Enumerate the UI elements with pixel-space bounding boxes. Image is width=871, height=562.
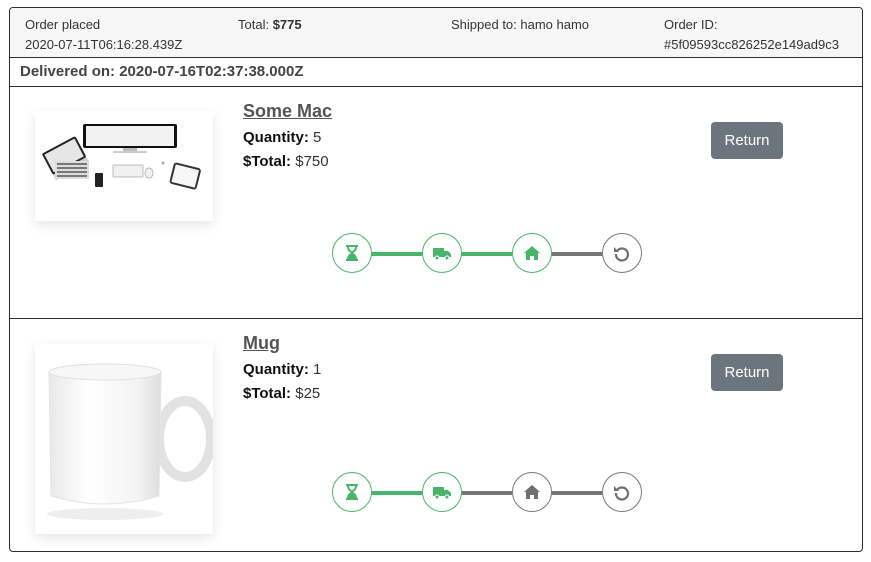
delivered-on: Delivered on: 2020-07-16T02:37:38.000Z [10, 58, 862, 87]
total-label: $Total: [243, 385, 292, 402]
order-id: Order ID: #5f09593cc826252e149ad9c3 [664, 15, 839, 55]
progress-connector [460, 252, 512, 256]
quantity-label: Quantity: [243, 129, 309, 146]
progress-connector [550, 491, 602, 495]
product-name[interactable]: Some Mac [243, 101, 332, 122]
order-item: Some Mac Quantity: 5 $Total: $750 Return [10, 87, 862, 319]
home-icon [512, 233, 552, 273]
home-icon [512, 472, 552, 512]
shipped-to-value: hamo hamo [520, 17, 590, 32]
mug-illustration [47, 363, 216, 520]
order-total-value: $775 [272, 17, 302, 32]
order-id-value: #5f09593cc826252e149ad9c3 [664, 37, 839, 52]
truck-icon [422, 233, 462, 273]
order-total: Total: $775 [238, 15, 302, 35]
order-placed-value: 2020-07-11T06:16:28.439Z [25, 37, 183, 52]
product-total: $Total: $750 [243, 153, 329, 170]
hourglass-icon [332, 472, 372, 512]
progress-connector [370, 252, 422, 256]
return-button[interactable]: Return [711, 354, 783, 391]
shipment-progress [332, 233, 644, 275]
shipment-progress [332, 472, 644, 514]
shipped-to: Shipped to: hamo hamo [451, 15, 589, 35]
order-placed-label: Order placed [25, 17, 101, 32]
hourglass-icon [332, 233, 372, 273]
order-placed: Order placed 2020-07-11T06:16:28.439Z [25, 15, 182, 55]
progress-connector [370, 491, 422, 495]
order-header: Order placed 2020-07-11T06:16:28.439Z To… [10, 8, 862, 58]
progress-connector [550, 252, 602, 256]
total-value: $750 [295, 153, 329, 170]
undo-icon [602, 472, 642, 512]
quantity-label: Quantity: [243, 361, 309, 378]
order-item: Mug Quantity: 1 $Total: $25 Return [10, 319, 862, 551]
product-quantity: Quantity: 5 [243, 129, 321, 146]
quantity-value: 5 [313, 129, 322, 146]
shipped-to-label: Shipped to: [451, 17, 521, 32]
product-total: $Total: $25 [243, 385, 320, 402]
total-value: $25 [295, 385, 321, 402]
product-quantity: Quantity: 1 [243, 361, 321, 378]
order-total-label: Total: [238, 17, 273, 32]
truck-icon [422, 472, 462, 512]
product-image-laptop [35, 111, 213, 221]
return-button[interactable]: Return [711, 122, 783, 159]
product-image-mug [35, 344, 216, 534]
undo-icon [602, 233, 642, 273]
laptop-desk-illustration [42, 124, 201, 190]
total-label: $Total: [243, 153, 292, 170]
progress-connector [460, 491, 512, 495]
order-id-label: Order ID: [664, 17, 718, 32]
quantity-value: 1 [313, 361, 322, 378]
product-name[interactable]: Mug [243, 333, 280, 354]
order-card: Order placed 2020-07-11T06:16:28.439Z To… [9, 7, 863, 552]
